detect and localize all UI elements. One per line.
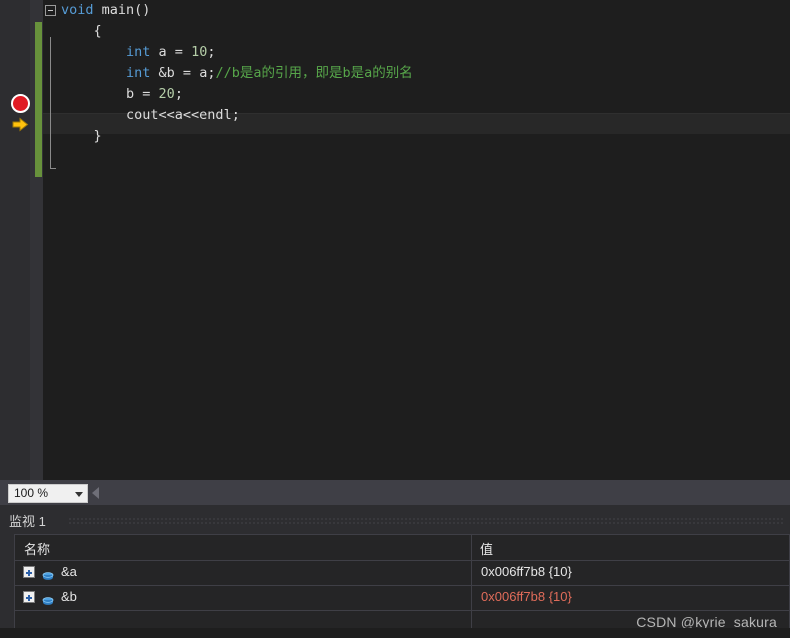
column-header-value[interactable]: 值 bbox=[480, 539, 493, 558]
code-token-kw: int bbox=[126, 44, 151, 60]
watch-panel-title: 监视 1 bbox=[9, 514, 46, 529]
zoom-level-dropdown[interactable]: 100 % bbox=[8, 484, 88, 503]
watch-name[interactable]: &a bbox=[61, 564, 77, 579]
code-line[interactable]: int a = 10; bbox=[43, 42, 790, 63]
cylinder-icon bbox=[42, 568, 54, 580]
code-line[interactable]: cout<<a<<endl; bbox=[43, 105, 790, 126]
expand-plus-icon[interactable] bbox=[23, 591, 35, 603]
code-token-kw: int bbox=[126, 65, 151, 81]
editor-zoom-bar[interactable]: 100 % bbox=[0, 480, 790, 506]
watch-panel[interactable]: 监视 1 名称 值 &a 0x006ff7b8 {10} &b 0x006ff7b8 … bbox=[0, 505, 790, 638]
watch-grid-header: 名称 值 bbox=[15, 535, 789, 561]
watch-value[interactable]: 0x006ff7b8 {10} bbox=[481, 564, 572, 579]
code-token-pl: { bbox=[93, 23, 102, 39]
code-token-pl: ; bbox=[207, 44, 216, 60]
expand-plus-icon[interactable] bbox=[23, 566, 35, 578]
code-line[interactable]: { bbox=[43, 21, 790, 42]
window-bottom-strip bbox=[0, 628, 790, 638]
code-token-pl: } bbox=[93, 128, 102, 144]
unsaved-change-bar bbox=[35, 22, 42, 177]
code-line[interactable]: void main() bbox=[43, 0, 790, 21]
code-token-num: 10 bbox=[191, 44, 208, 60]
watch-grid[interactable]: 名称 值 &a 0x006ff7b8 {10} &b 0x006ff7b8 {10} C… bbox=[14, 534, 790, 638]
watch-row[interactable]: &b 0x006ff7b8 {10} bbox=[15, 585, 789, 611]
code-editor[interactable]: void main() { int a = 10; int &b = a;//b… bbox=[0, 0, 790, 480]
code-surface[interactable]: void main() { int a = 10; int &b = a;//b… bbox=[43, 0, 790, 480]
current-statement-arrow-icon bbox=[12, 117, 29, 132]
code-token-pl: ; bbox=[174, 86, 183, 102]
code-line[interactable]: int &b = a;//b是a的引用，即是b是a的别名 bbox=[43, 63, 790, 84]
visual-studio-debug-window: void main() { int a = 10; int &b = a;//b… bbox=[0, 0, 790, 638]
code-token-pl: a = bbox=[150, 44, 192, 60]
zoom-level-value: 100 % bbox=[14, 486, 49, 500]
code-token-pl: cout<<a<<endl; bbox=[126, 107, 240, 123]
triangle-left-icon[interactable] bbox=[92, 487, 99, 499]
code-token-num: 20 bbox=[158, 86, 175, 102]
code-token-pl: &b = a; bbox=[150, 65, 216, 81]
code-line[interactable]: b = 20; bbox=[43, 84, 790, 105]
code-line[interactable]: } bbox=[43, 126, 790, 147]
watch-value[interactable]: 0x006ff7b8 {10} bbox=[481, 589, 572, 604]
breakpoint-icon[interactable] bbox=[11, 94, 30, 113]
watch-name[interactable]: &b bbox=[61, 589, 77, 604]
cylinder-icon bbox=[42, 593, 54, 605]
code-token-pl: main() bbox=[93, 2, 151, 18]
code-token-cmt: //b是a的引用，即是b是a的别名 bbox=[215, 65, 413, 81]
toolbar-grip bbox=[68, 517, 784, 524]
code-token-pl: b = bbox=[126, 86, 159, 102]
watch-row[interactable]: &a 0x006ff7b8 {10} bbox=[15, 560, 789, 586]
column-header-name[interactable]: 名称 bbox=[24, 539, 50, 558]
chevron-down-icon[interactable] bbox=[75, 492, 83, 497]
code-token-kw: void bbox=[61, 2, 94, 18]
fold-region-foot bbox=[50, 168, 56, 169]
code-text[interactable]: void main() { int a = 10; int &b = a;//b… bbox=[43, 0, 790, 147]
